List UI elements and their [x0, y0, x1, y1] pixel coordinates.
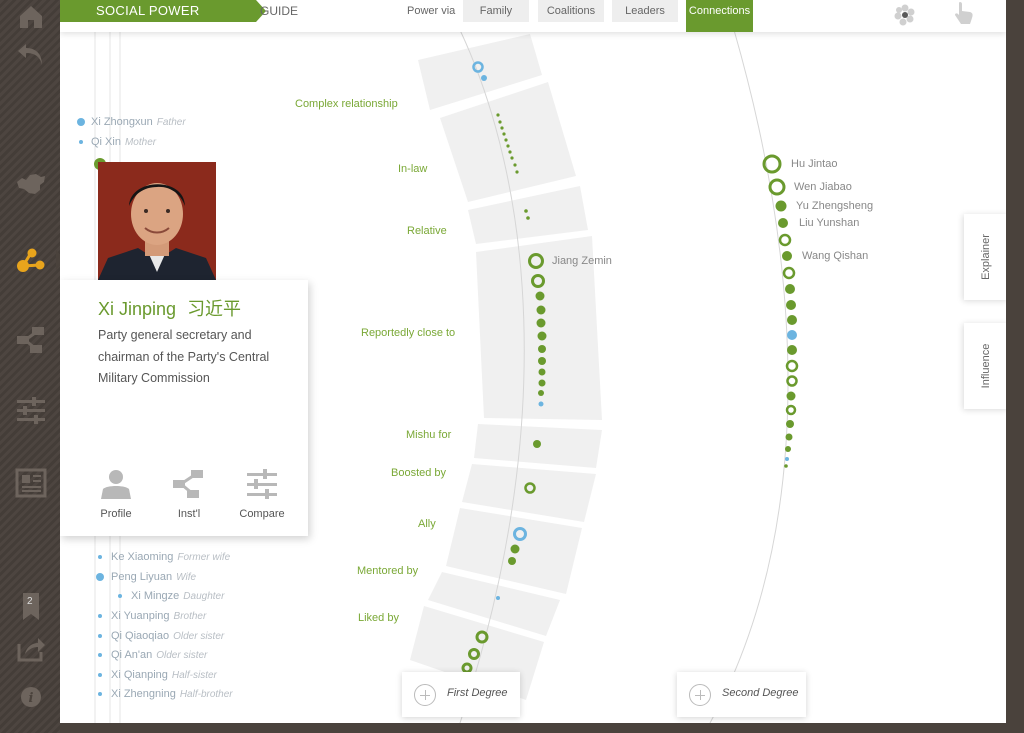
tab-connections[interactable]: Connections [686, 0, 753, 32]
relation-label: Reportedly close to [361, 327, 456, 339]
institution-icon [173, 470, 203, 498]
relation-label: Ally [418, 518, 436, 530]
family-member[interactable]: Xi Yuanping Brother [111, 610, 206, 622]
node-label[interactable]: Wang Qishan [802, 250, 868, 262]
svg-text:i: i [29, 691, 34, 706]
newspaper-icon[interactable] [14, 466, 48, 500]
network-icon[interactable] [14, 244, 48, 278]
tab-coalitions[interactable]: Coalitions [538, 0, 604, 22]
relation-label: Mentored by [357, 565, 419, 577]
relation-label: Relative [407, 225, 447, 237]
flower-icon[interactable] [892, 2, 918, 28]
home-icon[interactable] [14, 0, 48, 34]
right-edge [1006, 0, 1024, 733]
relation-label: Boosted by [391, 467, 447, 479]
profile-button[interactable]: Profile [86, 468, 146, 520]
profile-description: Party general secretary and chairman of … [98, 328, 270, 385]
node-blue [481, 75, 487, 81]
node-label[interactable]: Yu Zhengsheng [796, 200, 873, 212]
left-nav-rail: 2 i [0, 0, 60, 733]
compare-button[interactable]: Compare [232, 468, 292, 520]
relation-label: Liked by [358, 612, 399, 624]
node-label[interactable]: Hu Jintao [791, 158, 837, 170]
person-icon [101, 470, 131, 499]
compare-sliders-icon [247, 469, 277, 499]
first-degree-band [410, 34, 602, 700]
china-map-icon[interactable] [14, 168, 48, 202]
family-member[interactable]: Qi Xin Mother [91, 136, 156, 148]
relation-label: In-law [398, 163, 428, 175]
info-icon[interactable]: i [14, 680, 48, 714]
top-bar: SOCIAL POWER GUIDE Power via Family Coal… [60, 0, 1006, 32]
tab-leaders[interactable]: Leaders [612, 0, 678, 22]
power-via-label: Power via [407, 5, 456, 17]
profile-photo [98, 162, 216, 280]
family-member[interactable]: Peng Liyuan Wife [111, 571, 196, 583]
brand-title[interactable]: SOCIAL POWER [60, 0, 266, 22]
main-stage: Complex relationship In-law Relative Rep… [60, 0, 1006, 723]
institution-button[interactable]: Inst'l [159, 468, 219, 520]
plus-icon [689, 684, 711, 706]
institution-icon[interactable] [14, 322, 48, 356]
profile-card: Xi Jinping 习近平 Party general secretary a… [60, 280, 308, 536]
family-member[interactable]: Qi An'an Older sister [111, 649, 207, 661]
second-degree-nodes [762, 154, 799, 468]
share-icon[interactable] [14, 632, 48, 666]
node-label[interactable]: Liu Yunshan [799, 217, 859, 229]
family-member[interactable]: Xi Mingze Daughter [131, 590, 224, 602]
node-label-jiang-zemin[interactable]: Jiang Zemin [552, 255, 612, 267]
family-member[interactable]: Qi Qiaoqiao Older sister [111, 630, 224, 642]
profile-name: Xi Jinping 习近平 [98, 299, 242, 319]
bookmark-icon[interactable]: 2 [14, 590, 48, 624]
family-member[interactable]: Xi Zhengning Half-brother [111, 688, 233, 700]
relation-label: Mishu for [406, 429, 452, 441]
node-label[interactable]: Wen Jiabao [794, 181, 852, 193]
second-degree-arc [709, 29, 789, 723]
back-icon[interactable] [14, 38, 48, 72]
compare-sliders-icon[interactable] [14, 394, 48, 428]
family-member[interactable]: Xi Zhongxun Father [91, 116, 186, 128]
guide-link[interactable]: GUIDE [260, 4, 298, 18]
influence-tab[interactable]: Influence [964, 323, 1006, 409]
bookmark-count: 2 [27, 596, 33, 607]
relation-label: Complex relationship [295, 98, 398, 110]
tab-family[interactable]: Family [463, 0, 529, 22]
second-degree-button[interactable]: Second Degree [677, 672, 806, 717]
family-member[interactable]: Ke Xiaoming Former wife [111, 551, 230, 563]
plus-icon [414, 684, 436, 706]
family-member[interactable]: Xi Qianping Half-sister [111, 669, 217, 681]
first-degree-button[interactable]: First Degree [402, 672, 520, 717]
explainer-tab[interactable]: Explainer [964, 214, 1006, 300]
hand-pointer-icon[interactable] [952, 0, 976, 26]
